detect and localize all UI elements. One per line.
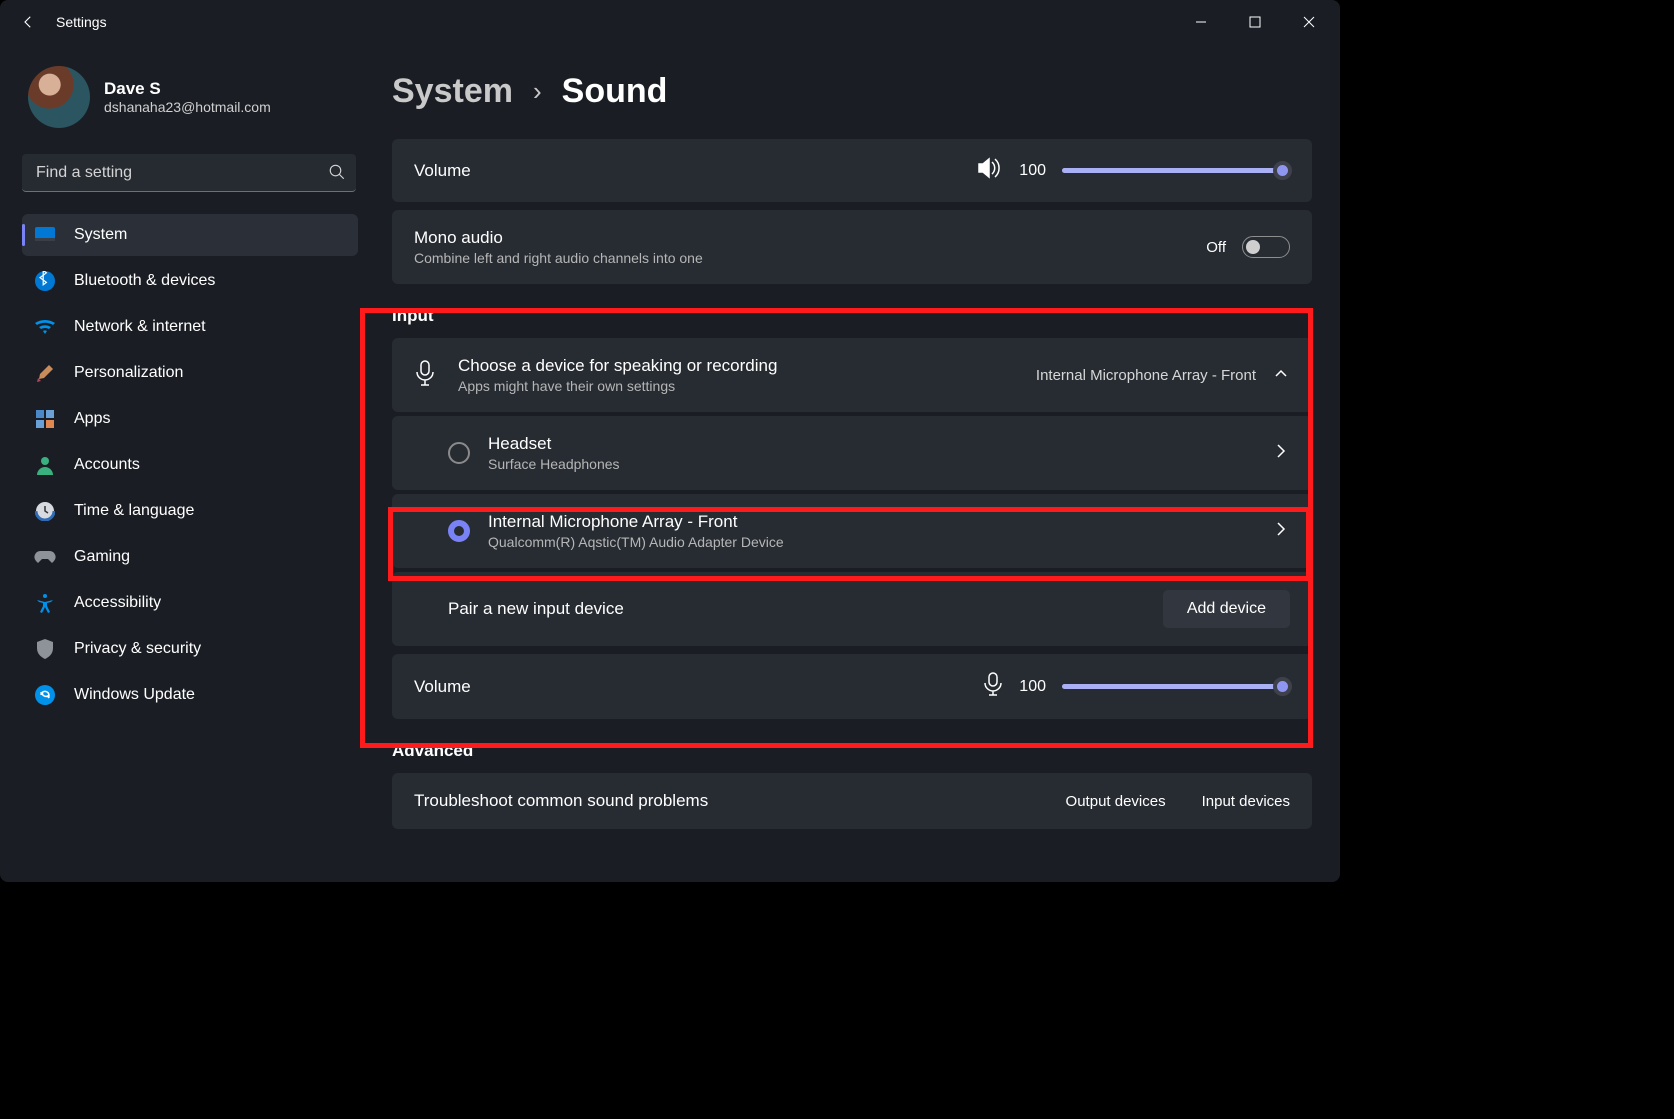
clock-icon <box>34 500 56 522</box>
user-name: Dave S <box>104 79 271 99</box>
avatar <box>28 66 90 128</box>
nav-accessibility[interactable]: Accessibility <box>22 582 358 624</box>
shield-icon <box>34 638 56 660</box>
bluetooth-icon <box>34 270 56 292</box>
nav-label: Personalization <box>74 364 183 382</box>
profile-block[interactable]: Dave S dshanaha23@hotmail.com <box>22 66 358 128</box>
choose-selected: Internal Microphone Array - Front <box>1036 367 1256 384</box>
user-email: dshanaha23@hotmail.com <box>104 99 271 115</box>
nav-label: Time & language <box>74 502 194 520</box>
device-subtitle: Qualcomm(R) Aqstic(TM) Audio Adapter Dev… <box>488 534 784 550</box>
troubleshoot-label: Troubleshoot common sound problems <box>414 791 708 811</box>
search-icon <box>328 163 346 186</box>
nav-label: Bluetooth & devices <box>74 272 215 290</box>
microphone-icon <box>414 360 436 391</box>
breadcrumb: System › Sound <box>392 72 1312 111</box>
input-device-internal-mic[interactable]: Internal Microphone Array - Front Qualco… <box>392 494 1312 568</box>
radio-unselected[interactable] <box>448 442 470 464</box>
main-panel: System › Sound Volume 100 Mono audio Com… <box>370 44 1340 882</box>
nav-label: Privacy & security <box>74 640 201 658</box>
nav-label: Accessibility <box>74 594 161 612</box>
input-section-title: Input <box>392 306 1312 326</box>
update-icon <box>34 684 56 706</box>
back-button[interactable] <box>8 13 48 31</box>
volume-label: Volume <box>414 677 471 697</box>
pair-device-row: Pair a new input device Add device <box>392 572 1312 646</box>
window-controls <box>1178 6 1332 38</box>
nav-list: System Bluetooth & devices Network & int… <box>22 214 358 716</box>
volume-value: 100 <box>1019 678 1046 696</box>
chevron-right-icon[interactable] <box>1272 442 1290 465</box>
chevron-right-icon: › <box>533 76 542 107</box>
microphone-icon[interactable] <box>983 672 1003 701</box>
accessibility-icon <box>34 592 56 614</box>
display-icon <box>34 224 56 246</box>
nav-system[interactable]: System <box>22 214 358 256</box>
minimize-button[interactable] <box>1178 6 1224 38</box>
nav-label: Windows Update <box>74 686 195 704</box>
nav-time[interactable]: Time & language <box>22 490 358 532</box>
input-device-headset[interactable]: Headset Surface Headphones <box>392 416 1312 490</box>
volume-value: 100 <box>1019 162 1046 180</box>
nav-network[interactable]: Network & internet <box>22 306 358 348</box>
breadcrumb-parent[interactable]: System <box>392 72 513 111</box>
input-devices-link[interactable]: Input devices <box>1202 793 1290 810</box>
nav-label: System <box>74 226 127 244</box>
output-devices-link[interactable]: Output devices <box>1066 793 1166 810</box>
choose-input-row[interactable]: Choose a device for speaking or recordin… <box>392 338 1312 412</box>
settings-window: Settings Dave S dshanaha23@hotmail.com <box>0 0 1340 882</box>
chevron-up-icon[interactable] <box>1272 364 1290 387</box>
window-title: Settings <box>56 14 107 30</box>
speaker-icon[interactable] <box>977 157 1003 184</box>
nav-accounts[interactable]: Accounts <box>22 444 358 486</box>
wifi-icon <box>34 316 56 338</box>
choose-subtitle: Apps might have their own settings <box>458 378 777 394</box>
chevron-right-icon[interactable] <box>1272 520 1290 543</box>
close-button[interactable] <box>1286 6 1332 38</box>
mono-toggle[interactable] <box>1242 236 1290 258</box>
volume-label: Volume <box>414 161 471 181</box>
nav-label: Apps <box>74 410 110 428</box>
advanced-section-title: Advanced <box>392 741 1312 761</box>
nav-label: Gaming <box>74 548 130 566</box>
nav-apps[interactable]: Apps <box>22 398 358 440</box>
mono-state: Off <box>1206 239 1226 256</box>
nav-label: Network & internet <box>74 318 206 336</box>
pair-label: Pair a new input device <box>448 599 624 619</box>
search-input[interactable] <box>22 154 356 192</box>
titlebar: Settings <box>0 0 1340 44</box>
volume-slider[interactable] <box>1062 684 1290 689</box>
maximize-button[interactable] <box>1232 6 1278 38</box>
choose-title: Choose a device for speaking or recordin… <box>458 356 777 376</box>
device-title: Headset <box>488 434 620 454</box>
nav-label: Accounts <box>74 456 140 474</box>
radio-selected[interactable] <box>448 520 470 542</box>
brush-icon <box>34 362 56 384</box>
nav-privacy[interactable]: Privacy & security <box>22 628 358 670</box>
nav-personalization[interactable]: Personalization <box>22 352 358 394</box>
person-icon <box>34 454 56 476</box>
nav-update[interactable]: Windows Update <box>22 674 358 716</box>
add-device-button[interactable]: Add device <box>1163 590 1290 628</box>
volume-slider[interactable] <box>1062 168 1290 173</box>
troubleshoot-row: Troubleshoot common sound problems Outpu… <box>392 773 1312 829</box>
breadcrumb-current: Sound <box>562 72 668 111</box>
device-subtitle: Surface Headphones <box>488 456 620 472</box>
device-title: Internal Microphone Array - Front <box>488 512 784 532</box>
mono-audio-row[interactable]: Mono audio Combine left and right audio … <box>392 210 1312 284</box>
gamepad-icon <box>34 546 56 568</box>
mono-title: Mono audio <box>414 228 703 248</box>
mono-subtitle: Combine left and right audio channels in… <box>414 250 703 266</box>
input-volume-row[interactable]: Volume 100 <box>392 654 1312 719</box>
apps-icon <box>34 408 56 430</box>
output-volume-row[interactable]: Volume 100 <box>392 139 1312 202</box>
nav-bluetooth[interactable]: Bluetooth & devices <box>22 260 358 302</box>
sidebar: Dave S dshanaha23@hotmail.com System Blu… <box>0 44 370 882</box>
nav-gaming[interactable]: Gaming <box>22 536 358 578</box>
